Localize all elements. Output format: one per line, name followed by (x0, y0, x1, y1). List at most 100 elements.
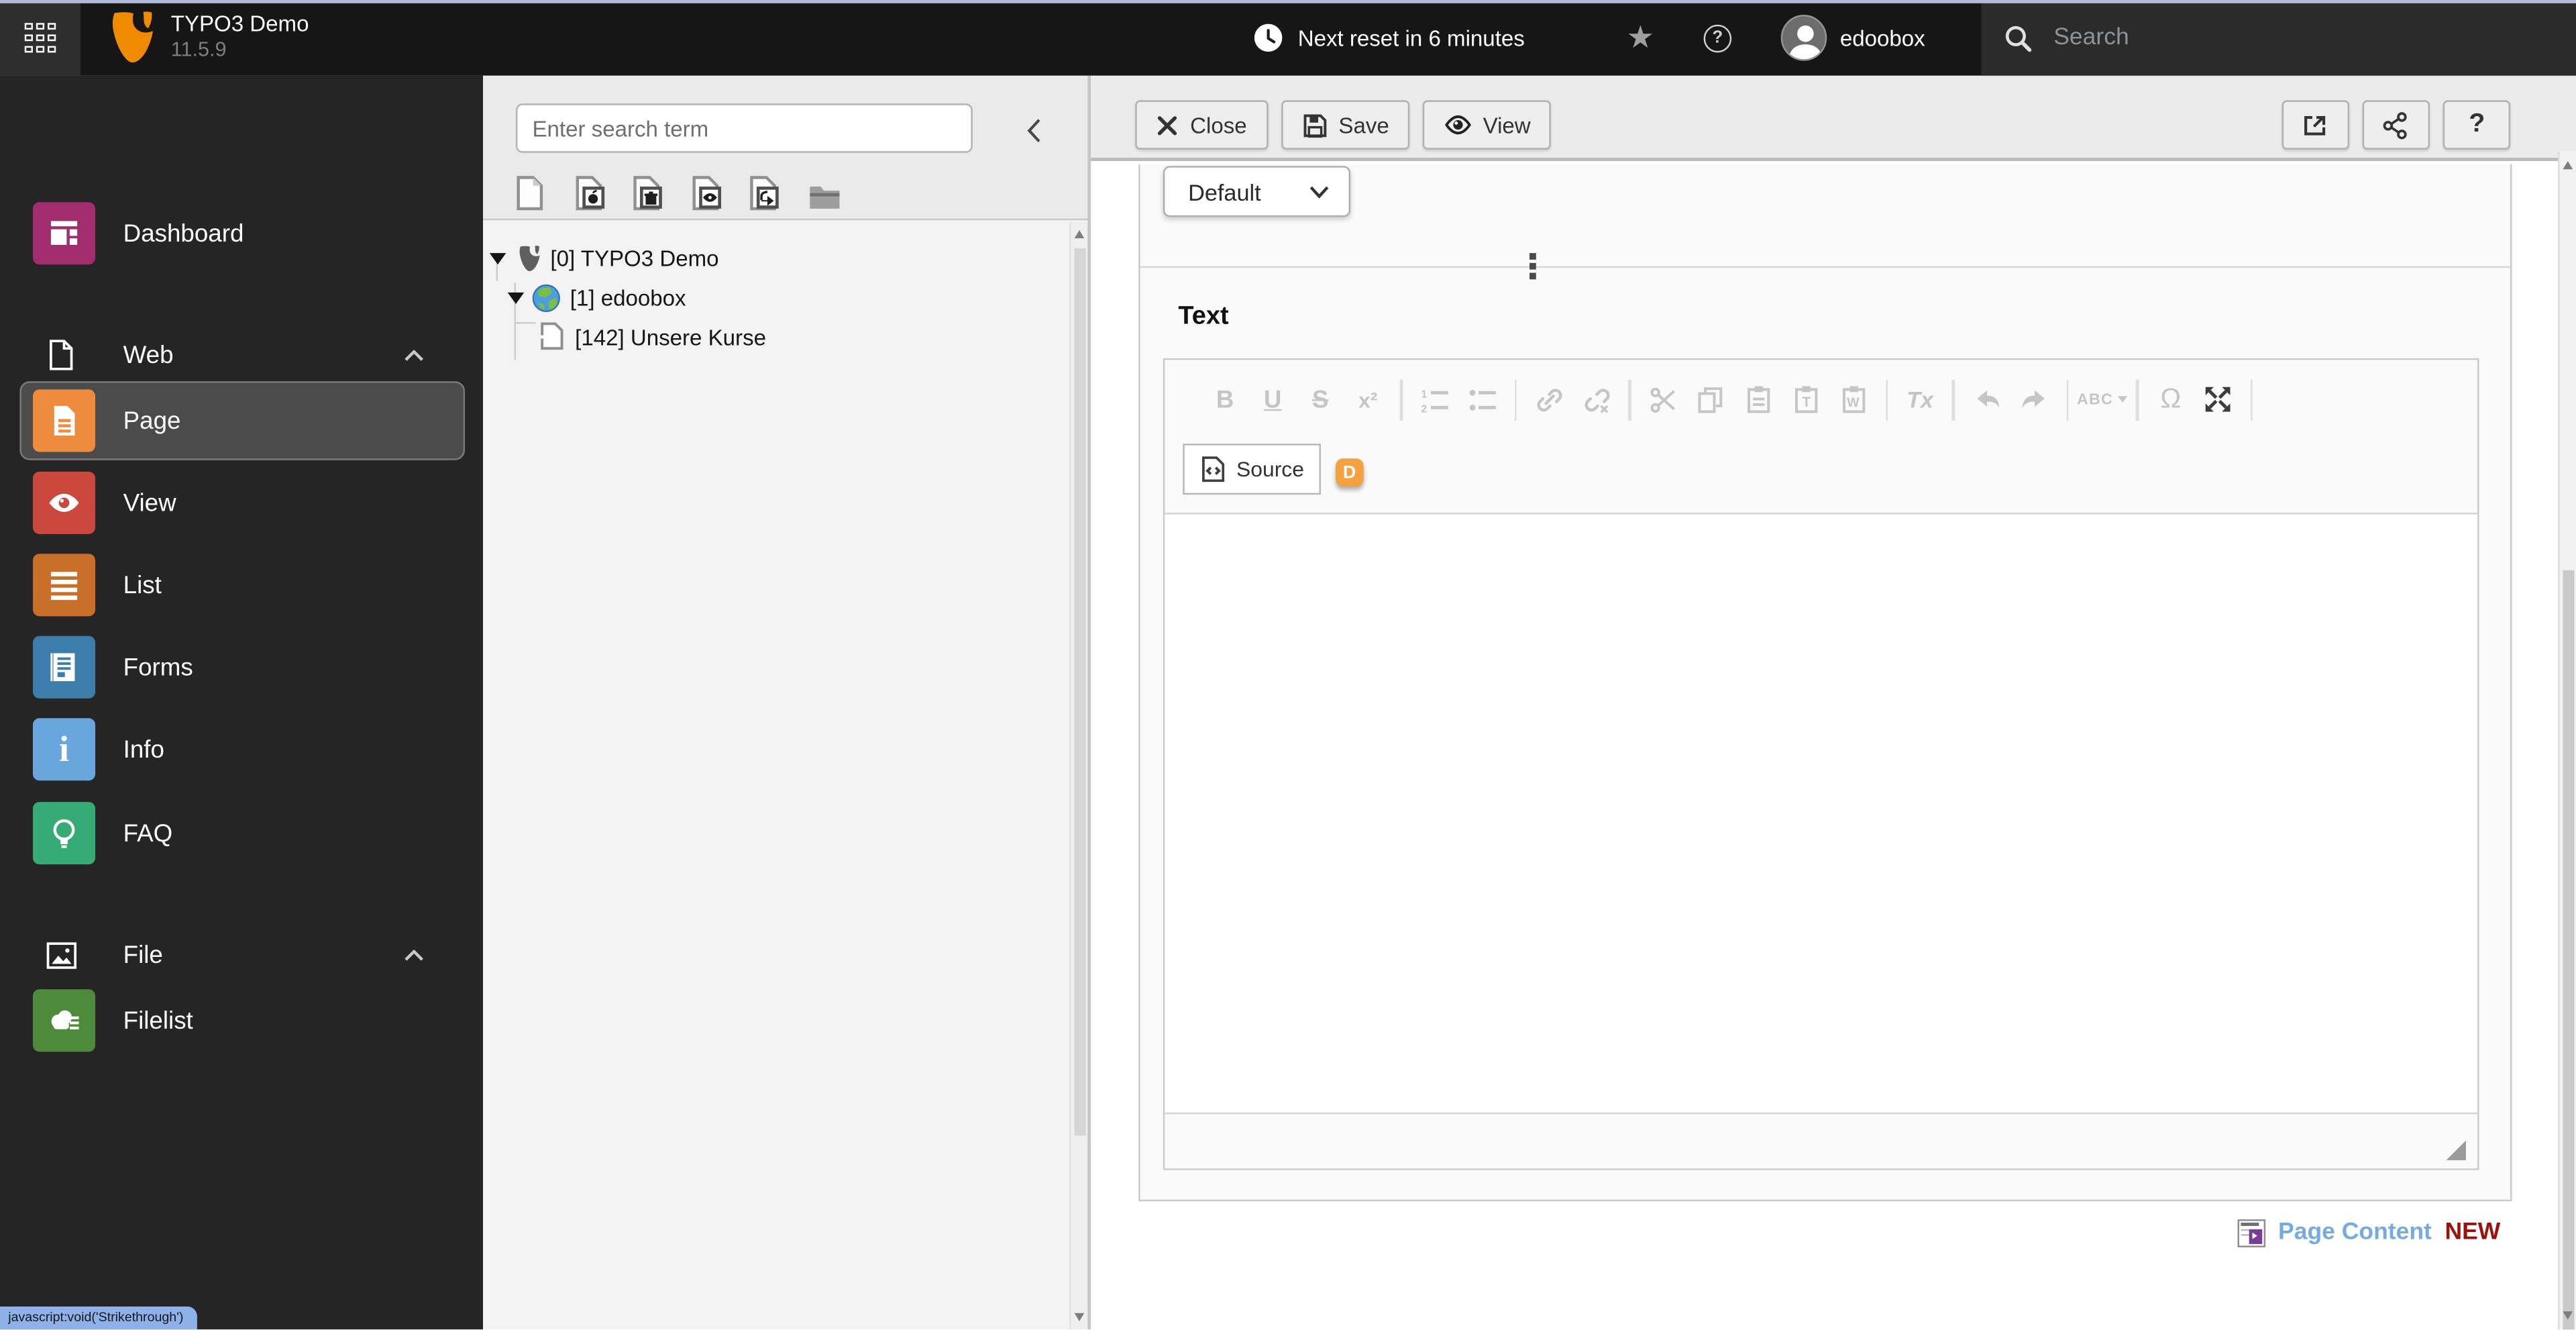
sidebar-item-faq[interactable]: FAQ (0, 794, 483, 873)
sidebar-item-info[interactable]: i Info (0, 710, 483, 789)
help-icon[interactable]: ? (1703, 23, 1732, 52)
tree-scrollbar-thumb[interactable] (1074, 248, 1086, 1135)
scroll-up-arrow-icon[interactable] (2563, 161, 2573, 170)
strikethrough-button[interactable]: S (1297, 375, 1344, 424)
resize-handle[interactable] (2445, 1140, 2466, 1160)
collapse-tree-icon[interactable] (1018, 115, 1048, 144)
redo-button[interactable] (2010, 375, 2058, 424)
paste-from-word-button[interactable]: W (1829, 375, 1877, 424)
site-title: TYPO3 Demo (170, 10, 309, 36)
close-button[interactable]: Close (1135, 100, 1269, 150)
context-help-button[interactable]: ? (2443, 100, 2511, 150)
sidebar-item-list[interactable]: List (0, 546, 483, 625)
page-content-new-link[interactable]: Page Content NEW (2237, 1218, 2500, 1247)
scroll-up-arrow-icon[interactable] (1074, 229, 1085, 238)
topbar-search[interactable] (1981, 0, 2576, 76)
link-button[interactable] (1525, 375, 1572, 424)
unlink-button[interactable] (1572, 375, 1620, 424)
typo3-root-icon (519, 245, 540, 271)
unordered-list-button[interactable] (1458, 375, 1506, 424)
main-scrollbar[interactable] (2558, 151, 2576, 1330)
chevron-down-icon (1310, 185, 1329, 198)
folder-icon[interactable] (808, 169, 866, 210)
rte-bottom-bar (1165, 1113, 2477, 1168)
sidebar-item-view[interactable]: View (0, 464, 483, 543)
page-tree: [0] TYPO3 Demo [1] edoobox [142] Unsere … (483, 221, 1069, 1330)
save-button[interactable]: Save (1281, 100, 1410, 150)
sidebar-item-page[interactable]: Page (0, 381, 483, 460)
source-button-label: Source (1236, 457, 1304, 482)
tree-node-label[interactable]: [142] Unsere Kurse (575, 325, 766, 350)
ordered-list-button[interactable]: 12 (1411, 375, 1458, 424)
tree-scrollbar[interactable] (1069, 221, 1088, 1330)
sidebar-item-forms[interactable]: Forms (0, 628, 483, 707)
bold-button[interactable]: B (1201, 375, 1249, 424)
main-scrollbar-thumb[interactable] (2563, 570, 2575, 1330)
open-in-new-window-button[interactable] (2281, 100, 2349, 150)
underline-button[interactable]: U (1249, 375, 1297, 424)
bookmark-star-icon[interactable]: ★ (1626, 0, 1654, 76)
undo-button[interactable] (1963, 375, 2010, 424)
caret-down-icon[interactable] (507, 292, 525, 304)
sidebar-item-label: Filelist (123, 1007, 193, 1035)
scroll-down-arrow-icon[interactable] (1074, 1313, 1085, 1322)
tree-node-label[interactable]: [0] TYPO3 Demo (550, 246, 718, 271)
tree-node-label[interactable]: [1] edoobox (570, 285, 686, 310)
tree-node-page-hidden[interactable]: [142] Unsere Kurse (539, 318, 766, 356)
tree-more-menu-icon[interactable] (1521, 246, 1544, 286)
source-button[interactable]: Source (1183, 444, 1322, 495)
chevron-up-icon[interactable] (404, 949, 423, 960)
paste-as-text-button[interactable]: T (1782, 375, 1829, 424)
view-button[interactable]: View (1423, 100, 1552, 150)
rte-edit-area[interactable] (1165, 513, 2477, 1115)
chevron-up-icon[interactable] (404, 349, 423, 360)
avatar[interactable] (1780, 15, 1827, 61)
panel-splitter[interactable] (1087, 75, 1091, 1330)
view-button-label: View (1483, 112, 1531, 138)
sidebar-item-filelist[interactable]: Filelist (0, 981, 483, 1060)
layout-select[interactable]: Default (1163, 166, 1351, 217)
paste-button[interactable] (1734, 375, 1782, 424)
remove-format-button[interactable]: Tx (1896, 375, 1944, 424)
shortcut-page-drag-icon[interactable] (749, 169, 808, 211)
cut-button[interactable] (1639, 375, 1686, 424)
scroll-down-arrow-icon[interactable] (2563, 1312, 2573, 1321)
globe-icon (532, 284, 560, 312)
tree-search-input[interactable] (515, 103, 973, 153)
sidebar-item-label: Info (123, 735, 164, 764)
search-input[interactable] (2053, 24, 2514, 51)
web-section-icon (46, 338, 76, 371)
username-label[interactable]: edoobox (1840, 0, 1925, 76)
faq-lightbulb-icon (32, 802, 96, 865)
new-page-icon[interactable] (516, 169, 574, 211)
special-character-button[interactable]: Ω (2147, 375, 2194, 424)
caret-down-icon[interactable] (489, 252, 506, 264)
hidden-page-drag-icon[interactable] (691, 169, 749, 211)
sidebar-item-label: FAQ (123, 819, 173, 848)
copy-button[interactable] (1686, 375, 1734, 424)
toolbar-separator (1399, 379, 1403, 421)
spellcheck-button[interactable]: ABC (2077, 375, 2129, 424)
sidebar-item-dashboard[interactable]: Dashboard (0, 194, 483, 273)
tree-node-root[interactable]: [0] TYPO3 Demo (489, 240, 719, 277)
tree-node-site[interactable]: [1] edoobox (507, 279, 686, 317)
page-content-drag-icon[interactable] (574, 169, 633, 211)
page-tree-panel: [0] TYPO3 Demo [1] edoobox (483, 75, 1536, 1330)
drag-badge[interactable]: D (1336, 458, 1363, 487)
sidebar-item-label: List (123, 571, 162, 599)
new-page-drag-area (516, 169, 866, 211)
sidebar-item-label: View (123, 489, 176, 517)
rich-text-editor: B U S x² 12 T W Tx ABC Ω Source D (1163, 358, 2479, 1170)
typo3-backend: TYPO3 Demo 11.5.9 Next reset in 6 minute… (0, 0, 2576, 1330)
maximize-button[interactable] (2194, 375, 2242, 424)
superscript-button[interactable]: x² (1344, 375, 1392, 424)
status-tooltip: javascript:void('Strikethrough') (0, 1306, 197, 1330)
search-icon (2005, 25, 2032, 52)
recycler-drag-icon[interactable] (633, 169, 691, 211)
modulemenu-toggle-button[interactable] (0, 0, 80, 76)
typo3-logo-icon[interactable] (102, 11, 154, 64)
eye-icon (1444, 115, 1471, 135)
share-button[interactable] (2361, 100, 2430, 150)
page-content-link-label[interactable]: Page Content (2278, 1219, 2432, 1245)
hidden-page-icon (539, 322, 564, 352)
